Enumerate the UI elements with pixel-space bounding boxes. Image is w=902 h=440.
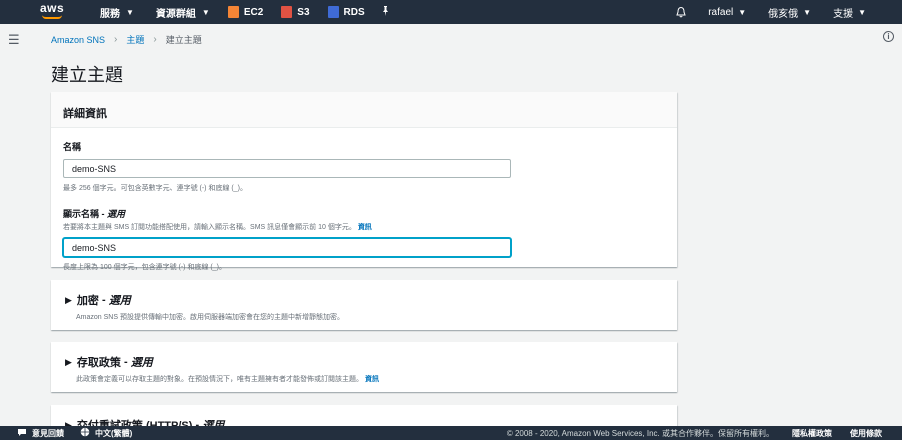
access-policy-desc-row: 此政策會定義可以存取主題的對象。在預設情況下，唯有主題擁有者才能發佈或訂閱該主題… (76, 374, 663, 384)
info-icon[interactable]: i (883, 31, 894, 42)
name-input[interactable] (63, 159, 511, 178)
caret-right-icon: ▶ (65, 356, 72, 367)
speech-bubble-icon (17, 428, 27, 439)
shortcut-label: RDS (343, 6, 365, 18)
support-label: 支援 (833, 8, 854, 20)
page-title: 建立主題 (51, 65, 123, 85)
globe-icon (80, 427, 90, 439)
chevron-down-icon: ▼ (738, 7, 747, 17)
aws-smile-icon (42, 15, 62, 19)
chevron-down-icon: ▼ (126, 7, 134, 17)
user-label: rafael (708, 6, 734, 18)
info-link[interactable]: 資訊 (365, 376, 379, 383)
display-name-desc: 若要將本主題與 SMS 訂閱功能搭配使用，請輸入顯示名稱。SMS 訊息僅會顯示前… (63, 224, 356, 231)
s3-icon (281, 6, 293, 18)
footer: 意見回饋 中文(繁體) © 2008 - 2020, Amazon Web Se… (0, 426, 902, 440)
resource-groups-menu[interactable]: 資源群組 ▼ (156, 5, 210, 20)
breadcrumb-topics[interactable]: 主題 (126, 33, 144, 46)
shortcut-ec2[interactable]: EC2 (227, 6, 264, 18)
language-label: 中文(繁體) (95, 428, 133, 438)
display-name-label: 顯示名稱 (63, 209, 100, 219)
breadcrumb: Amazon SNS › 主題 › 建立主題 (51, 33, 202, 46)
details-panel: 詳細資訊 名稱 最多 256 個字元。可包含英數字元、連字號 (-) 和底線 (… (51, 92, 677, 271)
section-title: 加密 (76, 295, 99, 307)
chevron-down-icon: ▼ (803, 7, 812, 17)
shortcut-label: EC2 (243, 6, 264, 18)
copyright-text: © 2008 - 2020, Amazon Web Services, Inc.… (506, 428, 774, 438)
resource-groups-label: 資源群組 (155, 8, 196, 20)
language-selector[interactable]: 中文(繁體) (80, 427, 132, 439)
support-menu[interactable]: 支援 ▼ (833, 5, 866, 20)
aws-logo[interactable]: aws (40, 0, 78, 24)
access-policy-desc: 此政策會定義可以存取主題的對象。在預設情況下，唯有主題擁有者才能發佈或訂閱該主題… (76, 376, 363, 383)
services-menu[interactable]: 服務 ▼ (100, 5, 134, 20)
user-menu[interactable]: rafael ▼ (708, 7, 746, 18)
access-policy-section[interactable]: ▶ 存取政策 - 選用 此政策會定義可以存取主題的對象。在預設情況下，唯有主題擁… (51, 342, 677, 392)
encryption-section[interactable]: ▶ 加密 - 選用 Amazon SNS 預設提供傳輸中加密。啟用伺服器端加密會… (51, 280, 677, 330)
optional-label: 選用 (108, 295, 131, 307)
shortcut-rds[interactable]: RDS (327, 6, 365, 18)
details-header: 詳細資訊 (51, 92, 677, 128)
privacy-policy-link[interactable]: 隱私權政策 (792, 428, 832, 439)
encryption-desc: Amazon SNS 預設提供傳輸中加密。啟用伺服器端加密會在您的主題中新增靜態… (76, 314, 344, 321)
display-name-desc-row: 若要將本主題與 SMS 訂閱功能搭配使用，請輸入顯示名稱。SMS 訊息僅會顯示前… (63, 222, 665, 232)
feedback-button[interactable]: 意見回饋 (17, 428, 64, 439)
region-label: 俄亥俄 (768, 8, 799, 20)
chevron-right-icon: › (153, 34, 157, 45)
shortcut-s3[interactable]: S3 (281, 6, 310, 18)
caret-right-icon: ▶ (65, 294, 72, 305)
shortcut-label: S3 (297, 6, 310, 18)
chevron-down-icon: ▼ (858, 7, 866, 17)
notifications-bell-icon[interactable] (676, 6, 686, 18)
pin-icon[interactable] (381, 5, 390, 19)
access-policy-title-row: ▶ 存取政策 - 選用 (65, 356, 153, 369)
name-label: 名稱 (63, 142, 82, 152)
display-name-label-row: 顯示名稱 - 選用 (63, 209, 126, 219)
breadcrumb-sns[interactable]: Amazon SNS (51, 35, 105, 45)
info-link[interactable]: 資訊 (358, 224, 372, 231)
region-menu[interactable]: 俄亥俄 ▼ (768, 5, 811, 20)
breadcrumb-current: 建立主題 (165, 35, 202, 45)
rds-icon (327, 6, 339, 18)
hamburger-menu-icon[interactable]: ☰ (8, 32, 20, 48)
encryption-title-row: ▶ 加密 - 選用 (65, 294, 131, 307)
top-navigation: aws 服務 ▼ 資源群組 ▼ EC2 S3 RDS rafael ▼ 俄亥俄 … (0, 0, 902, 24)
ec2-icon (227, 6, 239, 18)
display-name-input[interactable] (63, 238, 511, 257)
optional-label: 選用 (107, 209, 126, 219)
name-constraint: 最多 256 個字元。可包含英數字元、連字號 (-) 和底線 (_)。 (63, 185, 247, 192)
aws-logo-text: aws (40, 1, 65, 15)
display-name-constraint: 長度上限為 100 個字元，包含連字號 (-) 和底線 (_)。 (63, 264, 226, 271)
terms-of-use-link[interactable]: 使用條款 (850, 428, 882, 439)
section-title: 存取政策 (76, 357, 121, 369)
chevron-down-icon: ▼ (201, 7, 210, 17)
feedback-label: 意見回饋 (32, 428, 64, 438)
services-label: 服務 (100, 8, 120, 20)
optional-label: 選用 (130, 357, 153, 369)
chevron-right-icon: › (114, 34, 118, 45)
